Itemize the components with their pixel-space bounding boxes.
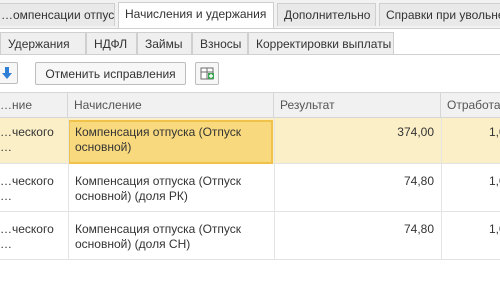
arrow-down-icon [2,67,12,79]
table-row[interactable]: …ческого … Компенсация отпуска (Отпуск о… [0,118,500,164]
cell-text: …ческого [0,125,54,139]
accruals-table: …ние Начисление Результат Отработа… …чес… [0,92,500,300]
column-header-result[interactable]: Результат [274,93,441,117]
accrual-name: основной) [75,140,132,154]
sub-tab-bar: Удержания НДФЛ Займы Взносы Корректировк… [0,29,500,55]
result-value: 74,80 [403,174,434,188]
cell-text: …ческого [0,174,54,188]
accrual-name: Компенсация отпуска (Отпуск [75,125,242,139]
tab-label: …омпенсации отпуска [1,8,115,22]
accrual-name: основной) (доля РК) [75,189,188,203]
result-value: 374,00 [397,125,434,139]
tab-additional[interactable]: Дополнительно [277,3,376,26]
tab-label: Дополнительно [284,8,371,22]
tab-loans[interactable]: Займы [137,32,192,54]
tab-label: Взносы [200,37,242,51]
table-row[interactable]: …ческого … Компенсация отпуска (Отпуск о… [0,164,500,212]
cancel-corrections-button[interactable]: Отменить исправления [35,62,186,85]
cell-text: …ческого [0,222,54,236]
tab-payment-corrections[interactable]: Корректировки выплаты [248,32,394,54]
table-settings-icon [200,67,214,80]
tab-accruals-deductions[interactable]: Начисления и удержания [118,2,274,28]
result-value: 74,80 [403,222,434,236]
cell-text: … [0,189,12,203]
table-row[interactable]: …ческого … Компенсация отпуска (Отпуск о… [0,212,500,260]
tab-label: Начисления и удержания [125,7,267,21]
tab-contributions[interactable]: Взносы [192,32,248,54]
tab-label: Займы [145,37,183,51]
top-tab-bar: …омпенсации отпуска Начисления и удержан… [0,0,500,29]
tab-label: Корректировки выплаты [256,37,392,51]
column-divider [274,118,275,260]
tab-label: Удержания [8,37,70,51]
cell-text: … [0,140,12,154]
tab-deductions[interactable]: Удержания [0,32,86,54]
move-down-button[interactable] [0,62,18,84]
worked-value: 1,0 [489,222,500,236]
tab-dismissal-certificates[interactable]: Справки при увольне… [379,3,500,26]
worked-value: 1,0 [489,125,500,139]
tab-ndfl[interactable]: НДФЛ [86,32,137,54]
tab-label: Справки при увольне… [386,8,500,22]
divider [0,54,500,55]
worked-value: 1,0 [489,174,500,188]
button-label: Отменить исправления [45,67,176,81]
table-settings-button[interactable] [195,62,219,85]
tab-vacation-compensation[interactable]: …омпенсации отпуска [0,3,115,26]
tab-label: НДФЛ [94,37,128,51]
column-divider [68,118,69,260]
column-header-accrual[interactable]: Начисление [68,93,274,117]
accrual-name: Компенсация отпуска (Отпуск [75,174,242,188]
table-header: …ние Начисление Результат Отработа… [0,92,500,118]
column-divider [441,118,442,260]
column-header-worked[interactable]: Отработа… [441,93,500,117]
accrual-name: Компенсация отпуска (Отпуск [75,222,242,236]
cell-text: … [0,237,12,251]
accrual-name: основной) (доля СН) [75,237,191,251]
column-header[interactable]: …ние [0,93,68,117]
